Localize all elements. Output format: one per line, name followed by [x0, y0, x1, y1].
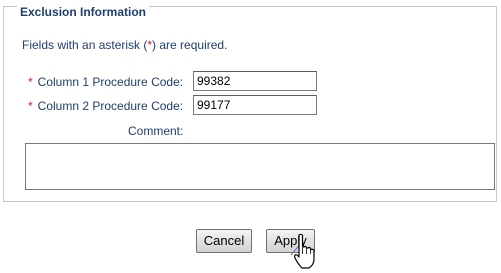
required-note-text-after: ) are required. — [152, 38, 228, 52]
cancel-button[interactable]: Cancel — [196, 229, 252, 253]
comment-label: Comment: — [128, 124, 184, 138]
required-asterisk: * — [28, 99, 33, 113]
column1-code-input[interactable] — [193, 71, 317, 91]
column2-code-label-text: Column 2 Procedure Code: — [37, 99, 184, 113]
comment-textarea[interactable] — [25, 143, 495, 190]
required-asterisk: * — [28, 75, 33, 89]
column1-code-label-text: Column 1 Procedure Code: — [37, 75, 184, 89]
required-note-text-before: Fields with an asterisk ( — [22, 38, 148, 52]
section-legend: Exclusion Information — [17, 5, 150, 19]
column2-code-input[interactable] — [193, 95, 317, 115]
column1-code-label: * Column 1 Procedure Code: — [28, 75, 183, 89]
column2-code-label: * Column 2 Procedure Code: — [28, 99, 183, 113]
required-fields-note: Fields with an asterisk (*) are required… — [22, 38, 227, 52]
apply-button[interactable]: Apply — [266, 229, 315, 253]
